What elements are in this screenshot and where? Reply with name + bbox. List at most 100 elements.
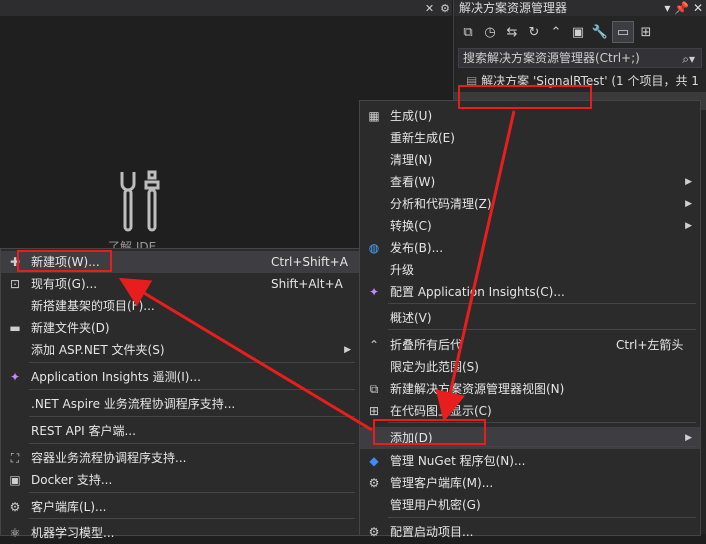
menu-item-label: 管理用户机密(G) (390, 498, 481, 512)
close-icon[interactable]: ✕ (425, 2, 434, 15)
menu-separator (388, 446, 696, 447)
client-lib-icon: ⚙ (9, 500, 21, 514)
highlight-project-node (458, 85, 592, 109)
top-strip: ✕ ⚙ (0, 0, 452, 16)
menu-item-label: 清理(N) (390, 153, 433, 167)
menu-item-label: 管理 NuGet 程序包(N)... (390, 454, 526, 468)
menu-item-label: 管理客户端库(M)... (390, 476, 494, 490)
switch-views-icon[interactable]: ⧉ (458, 22, 478, 42)
menu-item-11[interactable]: ⌃ 折叠所有后代 Ctrl+左箭头 (360, 334, 700, 356)
menu-item-label: 新建解决方案资源管理器视图(N) (390, 382, 565, 396)
gear-icon[interactable]: ⚙ (440, 2, 450, 15)
highlight-add-item (373, 419, 486, 445)
solution-explorer-title: 解决方案资源管理器 (459, 1, 568, 15)
menu-separator (29, 389, 355, 390)
menu-item-label: .NET Aspire 业务流程协调程序支持... (31, 397, 236, 411)
menu-item-label: 升级 (390, 263, 415, 277)
menu-item-2[interactable]: ⊡ 现有项(G)... Shift+Alt+A (1, 273, 359, 295)
menu-item-shortcut: Shift+Alt+A (271, 277, 343, 291)
solution-explorer-title-bar: 解决方案资源管理器 ▾ 📌 ✕ (454, 0, 706, 16)
menu-item-4[interactable]: ▬ 新建文件夹(D) (1, 317, 359, 339)
menu-item-9[interactable]: ⛶ 容器业务流程协调程序支持... (1, 447, 359, 469)
refresh-icon[interactable]: ↻ (524, 22, 544, 42)
properties-icon[interactable]: 🔧 (590, 22, 610, 42)
menu-item-9[interactable]: ✦ 配置 Application Insights(C)... (360, 281, 700, 303)
insights-icon: ✦ (368, 285, 380, 299)
menu-item-17[interactable]: ⚙ 管理客户端库(M)... (360, 472, 700, 494)
menu-separator (29, 492, 355, 493)
menu-item-10[interactable]: 概述(V) (360, 307, 700, 329)
menu-item-label: 机器学习模型... (31, 526, 115, 540)
top-strip-controls: ✕ ⚙ (425, 0, 450, 16)
highlight-new-item (17, 250, 112, 272)
pending-changes-icon[interactable]: ◷ (480, 22, 500, 42)
menu-separator (388, 303, 696, 304)
menu-item-label: 配置 Application Insights(C)... (390, 285, 565, 299)
sync-icon[interactable]: ⇆ (502, 22, 522, 42)
project-context-menu: ▦ 生成(U) 重新生成(E) 清理(N) 查看(W) ▶ 分析和代码清理(Z) ▶ 转换(C)… (359, 100, 701, 539)
menu-item-11[interactable]: ⚙ 客户端库(L)... (1, 496, 359, 518)
menu-item-13[interactable]: ⧉ 新建解决方案资源管理器视图(N) (360, 378, 700, 400)
menu-item-5[interactable]: 添加 ASP.NET 文件夹(S) ▶ (1, 339, 359, 361)
collapse-icon: ⌃ (368, 338, 380, 352)
title-controls: ▾ 📌 ✕ (664, 1, 703, 15)
build-icon: ▦ (368, 109, 380, 123)
menu-item-2[interactable]: 重新生成(E) (360, 127, 700, 149)
add-submenu: ✚ 新建项(W)... Ctrl+Shift+A ⊡ 现有项(G)... Shift+Al… (0, 248, 360, 540)
menu-item-label: 概述(V) (390, 311, 432, 325)
insights-icon: ✦ (9, 370, 21, 384)
new-view-icon: ⧉ (369, 382, 379, 396)
menu-item-8[interactable]: 升级 (360, 259, 700, 281)
search-placeholder: 搜索解决方案资源管理器(Ctrl+;) (463, 51, 640, 65)
menu-item-3[interactable]: 清理(N) (360, 149, 700, 171)
menu-item-label: 添加 ASP.NET 文件夹(S) (31, 343, 165, 357)
menu-item-7[interactable]: ◍ 发布(B)... (360, 237, 700, 259)
ml-icon: ⚛ (9, 526, 21, 540)
menu-item-10[interactable]: ▣ Docker 支持... (1, 469, 359, 491)
menu-item-7[interactable]: .NET Aspire 业务流程协调程序支持... (1, 393, 359, 415)
preview-selected-icon[interactable]: ▭ (612, 21, 634, 43)
chevron-right-icon: ▶ (685, 177, 692, 187)
menu-item-8[interactable]: REST API 客户端... (1, 420, 359, 442)
globe-icon: ◍ (368, 241, 380, 255)
show-all-files-icon[interactable]: ▣ (568, 22, 588, 42)
menu-item-3[interactable]: 新搭建基架的项目(F)... (1, 295, 359, 317)
menu-separator (388, 329, 696, 330)
menu-item-18[interactable]: 管理用户机密(G) (360, 494, 700, 516)
menu-item-label: 新搭建基架的项目(F)... (31, 299, 155, 313)
menu-item-19[interactable]: ⚙ 配置启动项目... (360, 521, 700, 543)
menu-item-shortcut: Ctrl+左箭头 (616, 338, 684, 352)
menu-item-label: 容器业务流程协调程序支持... (31, 451, 187, 465)
menu-separator (29, 362, 355, 363)
docker-icon: ▣ (9, 473, 21, 487)
menu-item-5[interactable]: 分析和代码清理(Z) ▶ (360, 193, 700, 215)
nuget-icon: ◆ (369, 454, 379, 468)
collapse-all-icon[interactable]: ⌃ (546, 22, 566, 42)
solution-search-input[interactable]: 搜索解决方案资源管理器(Ctrl+;) ⌕▾ (458, 48, 702, 68)
menu-item-label: 折叠所有后代 (390, 338, 463, 352)
client-lib-icon: ⚙ (368, 476, 380, 490)
tree-view-icon[interactable]: ⊞ (636, 22, 656, 42)
menu-item-16[interactable]: ◆ 管理 NuGet 程序包(N)... (360, 450, 700, 472)
solution-explorer-toolbar: ⧉ ◷ ⇆ ↻ ⌃ ▣ 🔧 ▭ ⊞ (454, 18, 706, 46)
chevron-right-icon: ▶ (344, 345, 351, 355)
menu-item-label: 重新生成(E) (390, 131, 455, 145)
menu-item-6[interactable]: ✦ Application Insights 遥测(I)... (1, 366, 359, 388)
chevron-right-icon: ▶ (685, 221, 692, 231)
menu-item-label: Docker 支持... (31, 473, 113, 487)
menu-item-12[interactable]: ⚛ 机器学习模型... (1, 522, 359, 544)
menu-item-shortcut: Ctrl+Shift+A (271, 255, 348, 269)
gear-icon: ⚙ (368, 525, 380, 539)
menu-item-label: 配置启动项目... (390, 525, 474, 539)
menu-item-label: 限定为此范围(S) (390, 360, 479, 374)
menu-item-4[interactable]: 查看(W) ▶ (360, 171, 700, 193)
existing-item-icon: ⊡ (9, 277, 21, 291)
menu-item-label: 现有项(G)... (31, 277, 98, 291)
code-map-icon: ⊞ (368, 404, 380, 418)
menu-item-label: 查看(W) (390, 175, 436, 189)
menu-item-6[interactable]: 转换(C) ▶ (360, 215, 700, 237)
menu-item-label: 客户端库(L)... (31, 500, 107, 514)
menu-item-label: 生成(U) (390, 109, 433, 123)
container-icon: ⛶ (10, 451, 20, 465)
menu-item-12[interactable]: 限定为此范围(S) (360, 356, 700, 378)
